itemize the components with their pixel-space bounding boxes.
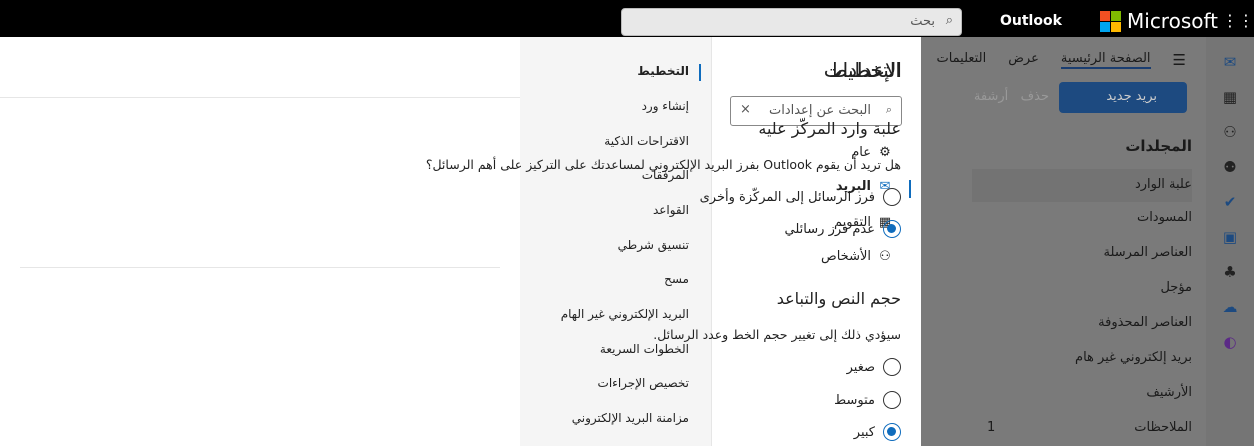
- sub-smart-suggestions[interactable]: الاقتراحات الذكية: [531, 134, 701, 148]
- sub-sweep[interactable]: مسح: [531, 272, 701, 286]
- menu-icon[interactable]: ☰: [1173, 51, 1186, 69]
- calendar-icon[interactable]: ▦: [1206, 88, 1254, 107]
- sub-quick-steps[interactable]: الخطوات السريعة: [531, 342, 701, 356]
- folder-inbox[interactable]: علبة الوارد: [972, 169, 1192, 202]
- radio-large[interactable]: كبير: [854, 423, 901, 441]
- clear-icon[interactable]: ×: [740, 102, 751, 117]
- onedrive-icon[interactable]: ☁: [1206, 298, 1254, 317]
- sub-junk-email[interactable]: البريد الإلكتروني غير الهام: [531, 307, 701, 321]
- app-rail: ✉ ▦ ⚇ ⚉ ✔ ▣ ♣ ☁ ◐: [1206, 37, 1254, 446]
- delete-button[interactable]: حذف: [1021, 89, 1049, 104]
- folder-drafts[interactable]: المسودات: [972, 202, 1192, 235]
- settings-dialog: الإعدادات ⌕ البحث عن إعدادات × ⚙ عام ✉ البري…: [0, 37, 921, 446]
- radio-small[interactable]: صغير: [847, 358, 901, 376]
- text-size-description: سيؤدي ذلك إلى تغيير حجم الخط وعدد الرسائ…: [653, 327, 901, 342]
- folder-sent[interactable]: العناصر المرسلة: [972, 237, 1193, 270]
- folder-archive[interactable]: الأرشيف: [972, 377, 1192, 410]
- sub-compose[interactable]: إنشاء ورد: [531, 99, 701, 113]
- radio-button[interactable]: [883, 358, 901, 376]
- radio-button[interactable]: [883, 391, 901, 409]
- tab-home[interactable]: الصفحة الرئيسية: [1060, 51, 1151, 69]
- search-icon: ⌕: [945, 13, 953, 28]
- top-bar: ⌕بحث Outlook Microsoft ⋮⋮⋮: [0, 0, 1254, 37]
- radio-button-selected[interactable]: [883, 220, 901, 238]
- radio-button[interactable]: [883, 188, 901, 206]
- groups-icon[interactable]: ⚉: [1206, 158, 1254, 177]
- settings-categories: الإعدادات ⌕ البحث عن إعدادات × ⚙ عام ✉ البري…: [711, 37, 921, 446]
- new-mail-button[interactable]: بريد جديد: [1059, 82, 1187, 113]
- sub-customize-actions[interactable]: تخصيص الإجراءات: [531, 376, 701, 390]
- page-title: التخطيط: [828, 58, 901, 82]
- radio-button-selected[interactable]: [883, 423, 901, 441]
- people-icon: ⚇: [879, 249, 891, 264]
- org-icon[interactable]: ♣: [1206, 263, 1254, 282]
- divider: [20, 267, 500, 268]
- radio-sort-focused[interactable]: فرز الرسائل إلى المركّزة وأخرى: [700, 188, 901, 206]
- text-size-heading: حجم النص والتباعد: [776, 289, 901, 308]
- search-icon: ⌕: [885, 103, 892, 116]
- sub-sync-email[interactable]: مزامنة البريد الإلكتروني: [531, 411, 701, 425]
- focused-inbox-heading: علبة وارد المركّز عليه: [758, 119, 901, 138]
- board-icon[interactable]: ▣: [1206, 228, 1254, 247]
- archive-button[interactable]: أرشفة: [974, 89, 1008, 104]
- divider: [0, 97, 520, 98]
- notes-count: 1: [987, 420, 996, 435]
- outlook-background: ✉ ▦ ⚇ ⚉ ✔ ▣ ♣ ☁ ◐ ☰ الصفحة الرئيسية عرض …: [921, 37, 1254, 446]
- focused-inbox-question: هل تريد أن يقوم Outlook بفرز البريد الإل…: [425, 157, 901, 172]
- ribbon-actions: حذف أرشفة: [974, 89, 1049, 104]
- search-box[interactable]: ⌕ بحث: [621, 8, 962, 36]
- folder-snoozed[interactable]: مؤجل: [972, 272, 1192, 305]
- folder-deleted[interactable]: العناصر المحذوفة: [972, 307, 1192, 340]
- tab-view[interactable]: عرض: [1008, 51, 1039, 69]
- radio-medium[interactable]: متوسط: [834, 391, 901, 409]
- tab-help[interactable]: التعليمات: [936, 51, 986, 69]
- folders-header[interactable]: المجلدات: [972, 129, 1192, 162]
- folder-junk[interactable]: بريد إلكتروني غير هام: [972, 342, 1192, 375]
- people-icon[interactable]: ⚇: [1206, 123, 1254, 142]
- sub-rules[interactable]: القواعد: [531, 203, 701, 217]
- sub-conditional-formatting[interactable]: تنسيق شرطي: [531, 238, 701, 252]
- radio-dont-sort[interactable]: عدم فرز رسائلي: [785, 220, 901, 238]
- sub-layout[interactable]: التخطيط: [531, 64, 701, 81]
- category-people[interactable]: ⚇ الأشخاص: [731, 244, 911, 272]
- app-name[interactable]: Outlook: [1000, 13, 1062, 29]
- ribbon-tabs: ☰ الصفحة الرئيسية عرض التعليمات: [936, 51, 1186, 69]
- mail-subcategories: التخطيط إنشاء ورد الاقتراحات الذكية المر…: [520, 37, 711, 446]
- folder-notes[interactable]: الملاحظات: [972, 412, 1192, 445]
- todo-icon[interactable]: ✔: [1206, 193, 1254, 212]
- microsoft-logo: Microsoft: [1100, 9, 1218, 33]
- loop-icon[interactable]: ◐: [1206, 333, 1254, 352]
- app-launcher-icon[interactable]: ⋮⋮⋮: [1222, 11, 1254, 30]
- mail-icon[interactable]: ✉: [1206, 53, 1254, 72]
